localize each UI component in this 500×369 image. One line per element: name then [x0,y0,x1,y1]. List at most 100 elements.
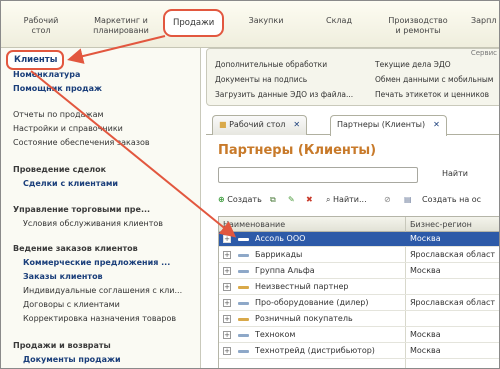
page-title: Партнеры (Клиенты) [218,143,377,158]
cell-name: Про-оборудование (дилер) [255,298,369,307]
partner-icon [238,334,249,337]
sidebar-item-clients[interactable]: Клиенты [6,50,65,70]
top-navigation: Рабочий стол Маркетинг и планировани Про… [1,1,499,48]
cell-name: Баррикады [255,250,303,259]
sidebar-link-order-status[interactable]: Состояние обеспечения заказов [13,138,150,147]
sidebar-item-nomenclature[interactable]: Номенклатура [13,70,80,79]
nav-production[interactable]: Производство и ремонты [383,16,453,36]
sidebar-link-sales-reports[interactable]: Отчеты по продажам [13,110,104,119]
sidebar-item-sales-docs[interactable]: Документы продажи [23,355,121,364]
nav-marketing[interactable]: Маркетинг и планировани [81,16,161,36]
partner-icon [238,350,249,353]
cell-region: Москва [410,330,441,339]
expand-icon[interactable]: + [223,235,231,243]
cell-name: Ассоль ООО [255,234,306,243]
sidebar-item-deals[interactable]: Сделки с клиентами [23,179,118,188]
sidebar-item-agreements[interactable]: Индивидуальные соглашения с кли... [23,286,182,295]
cell-region: Ярославская област [410,298,496,307]
tab-desktop[interactable]: ■ Рабочий стол ✕ [212,115,308,135]
column-header-region[interactable]: Бизнес-регион [406,217,499,232]
partner-icon [238,238,249,241]
expand-icon[interactable]: + [223,283,231,291]
close-icon[interactable]: ✕ [433,120,440,129]
find-toolbar-button[interactable]: ⌕ Найти... [326,195,367,205]
cmd-mobile-exchange[interactable]: Обмен данными с мобильным [375,75,493,84]
cell-name: Группа Альфа [255,266,315,275]
sidebar-item-sales-assistant[interactable]: Помощник продаж [13,84,102,93]
cell-region: Москва [410,266,441,275]
command-panel: Сервис Дополнительные обработки Документ… [206,48,499,106]
cancel-search-icon[interactable]: ⊘ [384,195,391,204]
cell-region: Ярославская област [410,250,496,259]
expand-icon[interactable]: + [223,267,231,275]
cell-name: Неизвестный партнер [255,282,349,291]
partner-icon [238,270,249,273]
sidebar-item-correction[interactable]: Корректировка назначения товаров [23,314,176,323]
expand-icon[interactable]: + [223,315,231,323]
delete-icon[interactable]: ✖ [306,195,313,204]
table-row[interactable]: + Баррикады Ярославская област [219,248,499,263]
close-icon[interactable]: ✕ [293,120,300,129]
user-icon [238,286,249,289]
table-row[interactable]: + Группа Альфа Москва [219,264,499,279]
expand-icon[interactable]: + [223,347,231,355]
table-row[interactable]: + Техноком Москва [219,328,499,343]
tab-bar: ■ Рабочий стол ✕ Партнеры (Клиенты) ✕ [206,111,499,136]
create-button-label: Создать [227,195,262,204]
copy-icon[interactable]: ⧉ [270,195,276,205]
find-toolbar-label: Найти... [333,195,367,204]
cell-name: Технотрейд (дистрибьютор) [255,346,375,355]
cmd-load-edo[interactable]: Загрузить данные ЭДО из файла... [215,90,353,99]
search-input[interactable] [218,167,418,183]
cell-name: Розничный покупатель [255,314,353,323]
table-row[interactable]: + Ассоль ООО Москва [219,232,499,247]
toolbar: ⊕ Создать ⧉ ✎ ✖ ⌕ Найти... ⊘ ▤ Создать н… [218,191,499,211]
find-button[interactable]: Найти [442,169,468,178]
table-row[interactable]: + Про-оборудование (дилер) Ярославская о… [219,296,499,311]
nav-warehouse[interactable]: Склад [319,16,359,26]
partner-icon [238,254,249,257]
cmd-extra-processing[interactable]: Дополнительные обработки [215,60,327,69]
expand-icon[interactable]: + [223,251,231,259]
sidebar-item-service-terms[interactable]: Условия обслуживания клиентов [23,219,163,228]
home-icon: ■ [219,120,230,129]
app-window: Рабочий стол Маркетинг и планировани Про… [0,0,500,369]
expand-icon[interactable]: + [223,331,231,339]
section-title-sales-returns: Продажи и возвраты [13,341,111,350]
expand-icon[interactable]: + [223,299,231,307]
sidebar-item-contracts[interactable]: Договоры с клиентами [23,300,120,309]
create-button[interactable]: ⊕ Создать [218,195,262,204]
table-row[interactable]: + Неизвестный партнер [219,280,499,295]
nav-desktop[interactable]: Рабочий стол [11,16,71,36]
column-header-name[interactable]: Наименование [219,217,406,232]
sidebar-item-proposals[interactable]: Коммерческие предложения ... [23,258,170,267]
nav-salary[interactable]: Зарпл [471,16,499,26]
user-icon [238,318,249,321]
table-row[interactable]: + Технотрейд (дистрибьютор) Москва [219,344,499,359]
plus-icon: ⊕ [218,195,225,204]
table-row[interactable]: + Розничный покупатель [219,312,499,327]
cell-region: Москва [410,234,441,243]
command-panel-header: Сервис [470,49,497,57]
cmd-print-labels[interactable]: Печать этикеток и ценников [375,90,489,99]
section-title-orders: Ведение заказов клиентов [13,244,138,253]
sidebar-item-client-orders[interactable]: Заказы клиентов [23,272,103,281]
cmd-docs-to-sign[interactable]: Документы на подпись [215,75,307,84]
sidebar: Клиенты Номенклатура Помощник продаж Отч… [1,48,201,368]
cell-name: Техноком [255,330,296,339]
main-area: Сервис Дополнительные обработки Документ… [206,48,499,368]
cmd-current-edo[interactable]: Текущие дела ЭДО [375,60,451,69]
partner-icon [238,302,249,305]
nav-purchases[interactable]: Закупки [241,16,291,26]
create-based-button[interactable]: Создать на ос [422,195,481,204]
section-title-deals: Проведение сделок [13,165,107,174]
tab-partners[interactable]: Партнеры (Клиенты) ✕ [330,115,447,136]
cell-region: Москва [410,346,441,355]
nav-sales[interactable]: Продажи [163,9,225,37]
section-title-trade-terms: Управление торговыми пре... [13,205,151,214]
sidebar-link-settings[interactable]: Настройки и справочники [13,124,123,133]
magnifier-icon: ⌕ [326,195,331,204]
list-icon[interactable]: ▤ [404,195,412,204]
tab-desktop-label: Рабочий стол [229,120,286,129]
edit-icon[interactable]: ✎ [288,195,295,204]
